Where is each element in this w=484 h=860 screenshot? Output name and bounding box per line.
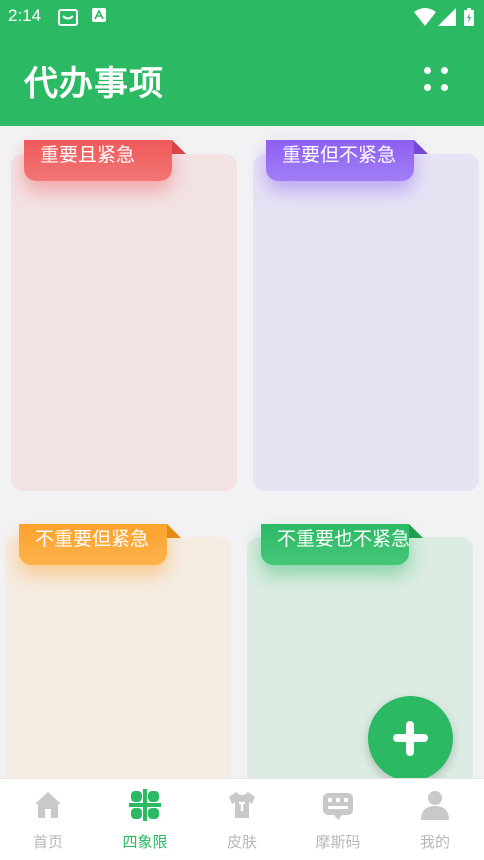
home-icon [35, 792, 61, 818]
shirt-icon [229, 792, 255, 818]
quadrant-tag-important-urgent: 重要且紧急 [24, 140, 186, 181]
nav-label: 首页 [32, 833, 63, 851]
quadrant-tag-label: 不重要但紧急 [35, 528, 150, 550]
wifi-icon [414, 8, 436, 26]
nav-label: 我的 [419, 833, 450, 851]
status-bar: 2:14 [0, 0, 484, 34]
app-notification-icon [92, 8, 106, 22]
quadrant-tag-unimportant-not-urgent: 不重要也不紧急 [261, 524, 423, 565]
add-task-button[interactable] [368, 696, 453, 781]
quadrant-important-not-urgent[interactable] [253, 154, 479, 491]
quadrant-tag-label: 不重要也不紧急 [277, 528, 411, 550]
nav-label: 四象限 [122, 833, 168, 851]
grid-dots-icon[interactable] [420, 62, 456, 98]
page-title: 代办事项 [24, 64, 164, 104]
nav-item-home[interactable]: 首页 [0, 779, 96, 860]
signal-icon [438, 8, 456, 26]
quadrant-icon [129, 789, 161, 821]
battery-icon [464, 8, 474, 26]
status-time: 2:14 [8, 6, 42, 25]
nav-item-skin[interactable]: 皮肤 [194, 779, 290, 860]
bottom-nav: 首页 四象限 皮肤 摩斯码 我的 [0, 778, 484, 860]
quadrant-unimportant-urgent[interactable] [5, 537, 231, 787]
user-icon [421, 791, 449, 820]
nav-item-mine[interactable]: 我的 [387, 779, 483, 860]
calendar-icon [58, 9, 78, 26]
quadrant-important-urgent[interactable] [11, 154, 237, 491]
nav-item-morse[interactable]: 摩斯码 [290, 779, 386, 860]
quadrant-tag-important-not-urgent: 重要但不紧急 [266, 140, 428, 181]
app-bar: 代办事项 [0, 34, 484, 126]
quadrant-tag-unimportant-urgent: 不重要但紧急 [19, 524, 181, 565]
keyboard-icon [323, 793, 353, 820]
nav-label: 摩斯码 [315, 833, 361, 851]
nav-label: 皮肤 [226, 833, 257, 851]
quadrant-tag-label: 重要但不紧急 [282, 144, 397, 166]
quadrant-tag-label: 重要且紧急 [40, 144, 136, 166]
nav-item-quadrant[interactable]: 四象限 [97, 779, 193, 860]
